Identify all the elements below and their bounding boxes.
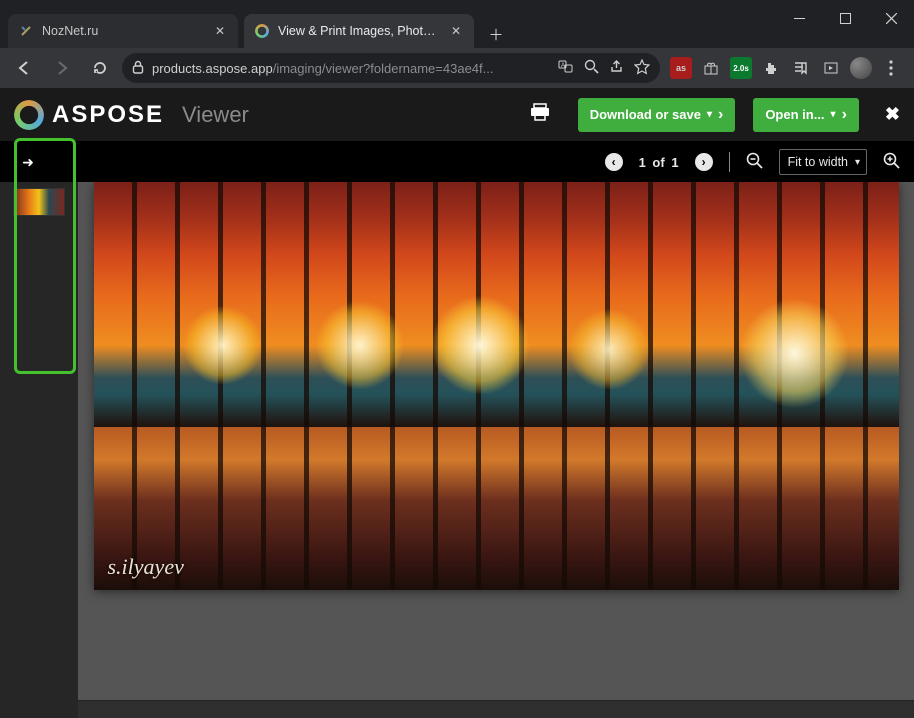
page-content: ASPOSE Viewer Download or save ▾ › Open … bbox=[0, 88, 914, 718]
extension-lastfm[interactable]: as bbox=[670, 57, 692, 79]
close-icon bbox=[886, 13, 897, 24]
page-indicator: 1 of 1 bbox=[639, 155, 679, 170]
zoom-icon[interactable] bbox=[584, 59, 599, 77]
browser-toolbar: products.aspose.app/imaging/viewer?folde… bbox=[0, 48, 914, 88]
new-tab-button[interactable]: ＋ bbox=[482, 20, 510, 48]
address-bar[interactable]: products.aspose.app/imaging/viewer?folde… bbox=[122, 53, 660, 83]
translate-icon[interactable]: A bbox=[558, 59, 574, 78]
chevron-right-icon: › bbox=[842, 106, 847, 124]
reading-list-icon[interactable] bbox=[790, 57, 812, 79]
nav-back-button[interactable] bbox=[8, 52, 40, 84]
arrow-left-icon bbox=[16, 60, 32, 76]
browser-menu-button[interactable] bbox=[880, 57, 902, 79]
next-page-button[interactable]: › bbox=[695, 153, 713, 171]
app-close-button[interactable]: ✖ bbox=[885, 104, 900, 125]
extension-badge[interactable]: 2.0s bbox=[730, 57, 752, 79]
brand-text: ASPOSE bbox=[52, 101, 164, 129]
minimize-icon bbox=[794, 18, 805, 19]
button-label: Open in... bbox=[765, 107, 824, 122]
button-label: Download or save bbox=[590, 107, 701, 122]
browser-tab-aspose[interactable]: View & Print Images, Photos or P ✕ bbox=[244, 14, 474, 48]
canvas-area[interactable]: s.ilyayev bbox=[78, 182, 914, 718]
window-maximize-button[interactable] bbox=[822, 0, 868, 36]
nav-reload-button[interactable] bbox=[84, 52, 116, 84]
aspose-logo[interactable]: ASPOSE bbox=[14, 100, 164, 130]
plus-icon: › bbox=[702, 155, 706, 169]
caret-down-icon: ▾ bbox=[831, 109, 836, 120]
lock-icon bbox=[132, 60, 144, 77]
extension-area: as 2.0s bbox=[666, 57, 906, 79]
image-canvas: s.ilyayev bbox=[94, 182, 899, 590]
print-icon bbox=[530, 103, 550, 121]
window-minimize-button[interactable] bbox=[776, 0, 822, 36]
zoom-out-button[interactable] bbox=[746, 152, 763, 172]
arrow-right-icon: ➜ bbox=[22, 154, 34, 171]
star-icon[interactable] bbox=[634, 59, 650, 78]
extensions-menu[interactable] bbox=[760, 57, 782, 79]
nav-forward-button[interactable] bbox=[46, 52, 78, 84]
viewer-toolbar: ➜ ‹ 1 of 1 › Fit to width bbox=[0, 142, 914, 182]
zoom-out-icon bbox=[746, 152, 763, 169]
thumbnail-1[interactable] bbox=[13, 188, 65, 216]
sidebar-toggle-button[interactable]: ➜ bbox=[14, 152, 42, 172]
profile-avatar[interactable] bbox=[850, 57, 872, 79]
tab-close-button[interactable]: ✕ bbox=[212, 23, 228, 39]
prev-page-button[interactable]: ‹ bbox=[605, 153, 623, 171]
url-text: products.aspose.app/imaging/viewer?folde… bbox=[152, 61, 550, 76]
zoom-in-icon bbox=[883, 152, 900, 169]
tab-close-button[interactable]: ✕ bbox=[448, 23, 464, 39]
media-icon[interactable] bbox=[820, 57, 842, 79]
horizontal-scrollbar[interactable] bbox=[78, 700, 914, 718]
print-button[interactable] bbox=[530, 103, 550, 126]
extension-gift[interactable] bbox=[700, 57, 722, 79]
app-header: ASPOSE Viewer Download or save ▾ › Open … bbox=[0, 88, 914, 142]
aspose-favicon bbox=[254, 23, 270, 39]
share-icon[interactable] bbox=[609, 59, 624, 77]
tab-title: View & Print Images, Photos or P bbox=[278, 24, 440, 38]
tab-title: NozNet.ru bbox=[42, 24, 204, 38]
arrow-right-icon bbox=[54, 60, 70, 76]
section-label: Viewer bbox=[182, 102, 249, 128]
maximize-icon bbox=[840, 13, 851, 24]
chevron-right-icon: › bbox=[718, 106, 723, 124]
caret-down-icon: ▾ bbox=[707, 109, 712, 120]
viewer-body: s.ilyayev bbox=[0, 182, 914, 718]
minus-icon: ‹ bbox=[612, 155, 616, 169]
painting-image bbox=[94, 182, 899, 590]
zoom-mode-select[interactable]: Fit to width bbox=[779, 149, 867, 175]
wrench-icon bbox=[18, 23, 34, 39]
zoom-in-button[interactable] bbox=[883, 152, 900, 172]
window-close-button[interactable] bbox=[868, 0, 914, 36]
aspose-ring-icon bbox=[14, 100, 44, 130]
divider bbox=[729, 152, 730, 172]
open-in-button[interactable]: Open in... ▾ › bbox=[753, 98, 859, 132]
svg-text:A: A bbox=[561, 63, 565, 69]
download-save-button[interactable]: Download or save ▾ › bbox=[578, 98, 736, 132]
thumbnail-sidebar bbox=[0, 182, 78, 718]
artist-signature: s.ilyayev bbox=[108, 554, 184, 580]
zoom-mode-label: Fit to width bbox=[788, 155, 848, 169]
browser-tab-noznet[interactable]: NozNet.ru ✕ bbox=[8, 14, 238, 48]
reload-icon bbox=[92, 60, 108, 76]
